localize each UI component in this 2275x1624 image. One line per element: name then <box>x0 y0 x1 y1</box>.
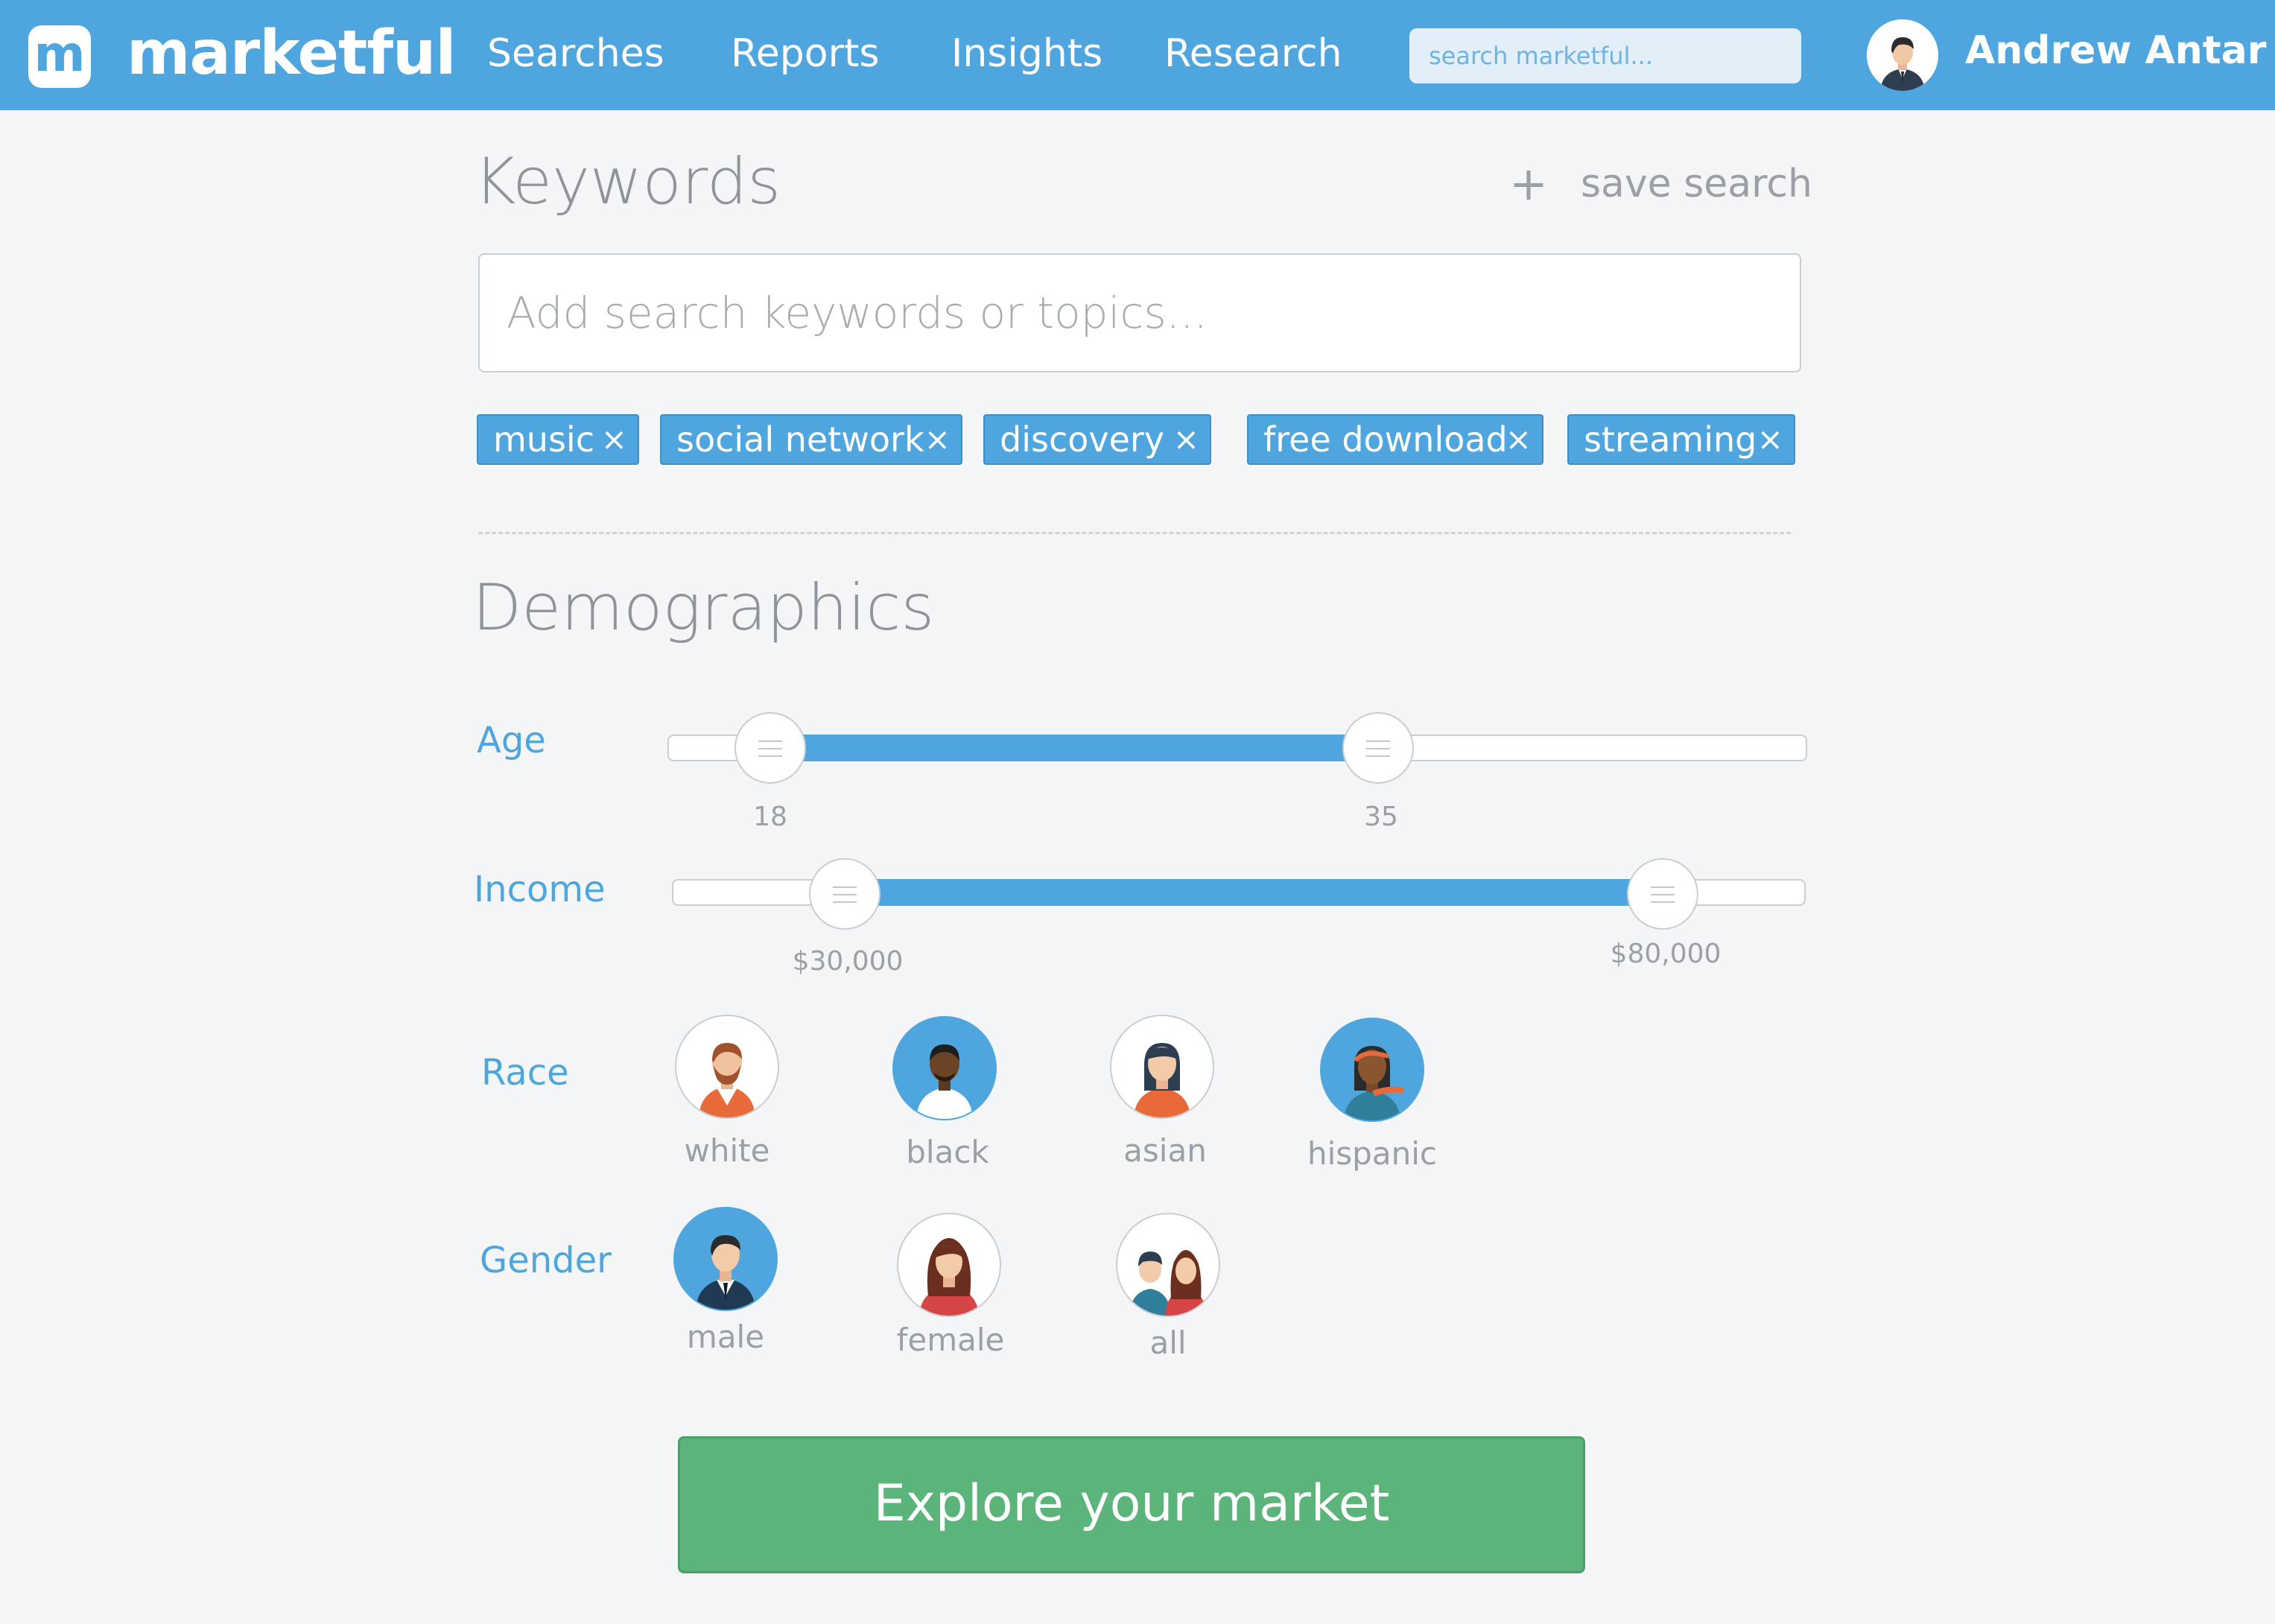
keywords-title: Keywords <box>474 145 781 219</box>
logo-icon[interactable]: m <box>28 25 91 88</box>
remove-tag-icon[interactable]: × <box>1505 416 1532 463</box>
income-max-value: $80,000 <box>1610 939 1722 969</box>
age-min-handle[interactable] <box>734 712 806 784</box>
nav-insights[interactable]: Insights <box>951 31 1102 76</box>
keywords-input[interactable] <box>478 253 1801 372</box>
race-label: Race <box>481 1052 569 1094</box>
age-label: Age <box>477 720 546 761</box>
race-option-asian[interactable] <box>1110 1015 1214 1119</box>
gender-option-label: male <box>686 1319 765 1355</box>
tag-label: streaming <box>1584 419 1757 460</box>
top-navigation-bar: m marketful Searches Reports Insights Re… <box>0 0 2275 110</box>
male-icon <box>696 1235 755 1310</box>
tag-label: discovery <box>1000 419 1165 460</box>
race-option-black[interactable] <box>892 1016 997 1120</box>
race-option-hispanic[interactable] <box>1320 1018 1424 1122</box>
plus-icon: + <box>1509 156 1548 211</box>
female-icon <box>919 1238 979 1316</box>
keyword-tag[interactable]: social network × <box>660 414 962 465</box>
tag-label: social network <box>676 419 924 460</box>
all-genders-icon <box>1129 1250 1207 1316</box>
demographics-title: Demographics <box>472 571 935 645</box>
gender-option-label: all <box>1149 1325 1187 1361</box>
gender-option-all[interactable] <box>1116 1213 1220 1317</box>
gender-label: Gender <box>480 1240 612 1281</box>
save-search-button[interactable]: + save search <box>1509 156 1812 211</box>
save-search-label: save search <box>1580 162 1812 206</box>
gender-option-label: female <box>896 1322 1005 1358</box>
race-option-label: white <box>684 1132 770 1169</box>
asian-person-icon <box>1134 1043 1190 1117</box>
income-label: Income <box>474 869 606 910</box>
hispanic-person-icon <box>1344 1046 1404 1120</box>
nav-reports[interactable]: Reports <box>731 31 879 76</box>
remove-tag-icon[interactable]: × <box>1173 416 1199 463</box>
income-max-handle[interactable] <box>1627 858 1698 930</box>
keyword-tag[interactable]: streaming × <box>1567 414 1795 465</box>
race-option-label: hispanic <box>1307 1135 1437 1172</box>
gender-option-female[interactable] <box>897 1213 1001 1317</box>
income-min-handle[interactable] <box>809 858 881 930</box>
black-person-icon <box>916 1044 973 1119</box>
remove-tag-icon[interactable]: × <box>1757 416 1783 463</box>
race-option-label: asian <box>1123 1132 1207 1169</box>
explore-market-button[interactable]: Explore your market <box>678 1436 1585 1573</box>
keyword-tag[interactable]: free download × <box>1247 414 1543 465</box>
remove-tag-icon[interactable]: × <box>924 416 951 463</box>
age-max-value: 35 <box>1364 802 1398 832</box>
user-avatar[interactable] <box>1867 19 1938 91</box>
race-option-white[interactable] <box>675 1015 779 1119</box>
income-slider-fill <box>845 879 1663 906</box>
nav-searches[interactable]: Searches <box>487 31 664 76</box>
tag-label: music <box>493 419 595 460</box>
global-search-input[interactable] <box>1409 28 1801 83</box>
white-person-icon <box>699 1043 755 1117</box>
user-avatar-icon <box>1867 19 1938 91</box>
age-max-handle[interactable] <box>1342 712 1414 784</box>
tag-label: free download <box>1263 419 1508 460</box>
income-min-value: $30,000 <box>792 946 904 977</box>
keyword-tag[interactable]: music × <box>477 414 639 465</box>
user-name[interactable]: Andrew Antar <box>1965 28 2266 73</box>
gender-option-male[interactable] <box>673 1207 778 1311</box>
logo-letter: m <box>34 25 86 83</box>
age-min-value: 18 <box>753 802 787 832</box>
keyword-tag[interactable]: discovery × <box>983 414 1211 465</box>
remove-tag-icon[interactable]: × <box>601 416 627 463</box>
nav-research[interactable]: Research <box>1164 31 1342 76</box>
brand-name[interactable]: marketful <box>127 18 457 89</box>
race-option-label: black <box>906 1134 989 1170</box>
section-divider <box>478 532 1791 534</box>
age-slider-fill <box>770 735 1380 761</box>
